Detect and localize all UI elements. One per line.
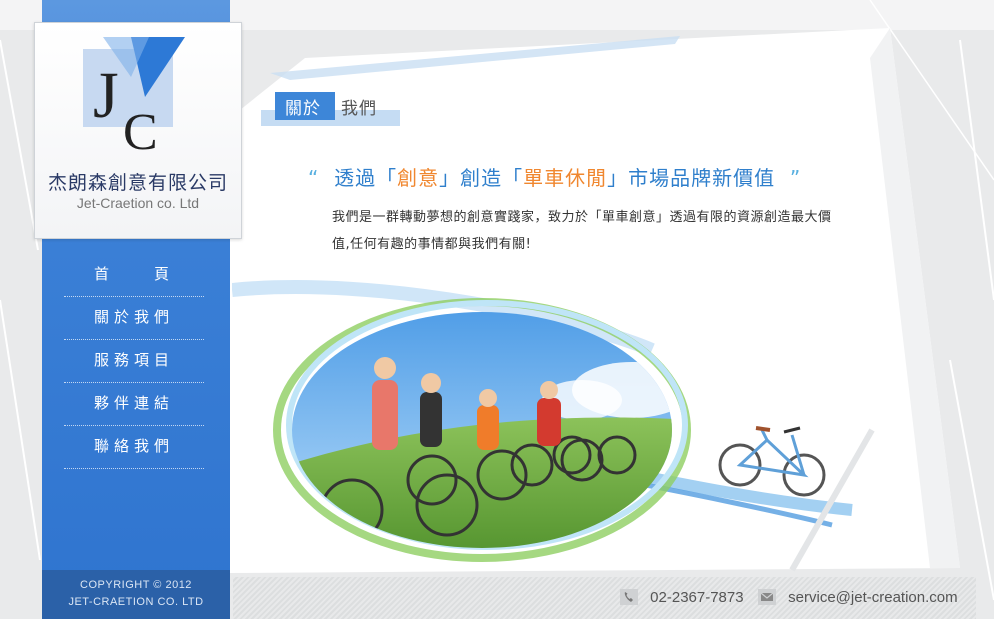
slogan-part-3: 」市場品牌新價值 (607, 166, 776, 190)
copyright-line-1: COPYRIGHT © 2012 (80, 579, 192, 591)
nav-item-contact[interactable]: 聯絡我們 (64, 426, 204, 469)
mail-icon (758, 589, 776, 605)
svg-text:J: J (93, 59, 119, 132)
copyright-line-2: JET-CRAETION CO. LTD (68, 596, 204, 608)
slogan: “ 透過「創意」創造「單車休閒」市場品牌新價值 ” (308, 162, 801, 191)
email-address[interactable]: service@jet-creation.com (788, 589, 957, 606)
section-title-rest: 我們 (341, 99, 377, 119)
company-name-chinese: 杰朗森創意有限公司 (47, 172, 228, 194)
slogan-part-1: 透過「 (334, 166, 398, 190)
company-description: 我們是一群轉動夢想的創意實踐家，致力於「單車創意」透過有限的資源創造最大價值,任… (332, 210, 832, 252)
nav-item-home[interactable]: 首 頁 (64, 254, 204, 297)
phone-icon (620, 589, 638, 605)
slogan-part-2: 」創造「 (439, 166, 524, 190)
company-name-english: Jet-Craetion co. Ltd (76, 195, 200, 211)
nav-item-about[interactable]: 關於我們 (64, 297, 204, 340)
svg-text:C: C (123, 104, 158, 157)
nav-item-partners[interactable]: 夥伴連結 (64, 383, 204, 426)
logo-card[interactable]: J C 杰朗森創意有限公司 Jet-Craetion co. Ltd (34, 22, 242, 239)
section-title-highlight: 關於 (285, 99, 321, 119)
slogan-highlight-cycling: 單車休閒 (523, 166, 608, 190)
company-logo: J C (83, 37, 185, 157)
main-navigation: 首 頁 關於我們 服務項目 夥伴連結 聯絡我們 (64, 254, 204, 469)
open-quote: “ (308, 166, 320, 190)
phone-number[interactable]: 02-2367-7873 (650, 589, 743, 606)
bicycle-icon (718, 426, 826, 497)
hero-illustration (232, 280, 875, 572)
slogan-highlight-creativity: 創意 (397, 166, 440, 190)
close-quote: ” (789, 166, 802, 190)
contact-email: service@jet-creation.com (758, 589, 958, 611)
copyright-box: COPYRIGHT © 2012 JET-CRAETION CO. LTD (42, 570, 230, 619)
contact-phone: 02-2367-7873 (620, 589, 744, 611)
nav-item-services[interactable]: 服務項目 (64, 340, 204, 383)
